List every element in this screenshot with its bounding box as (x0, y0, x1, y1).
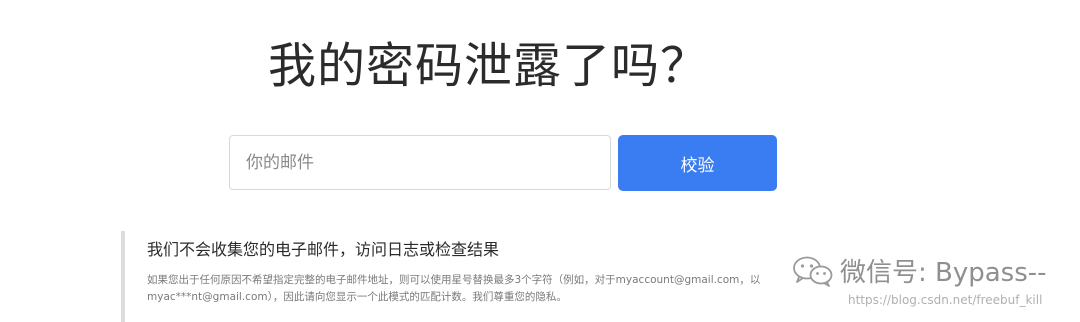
source-url: https://blog.csdn.net/freebuf_kill (848, 293, 1043, 307)
watermark: 微信号: Bypass-- (792, 252, 1047, 289)
watermark-text: 微信号: Bypass-- (840, 258, 1047, 288)
page-title: 我的密码泄露了吗？ (268, 38, 710, 94)
email-input[interactable] (229, 135, 611, 190)
notice-body: 如果您出于任何原因不希望指定完整的电子邮件地址，则可以使用星号替换最多3个字符（… (147, 274, 761, 303)
page: 我的密码泄露了吗？ 校验 我们不会收集您的电子邮件，访问日志或检查结果 如果您出… (0, 0, 1080, 322)
check-button[interactable]: 校验 (618, 135, 777, 191)
notice-heading: 我们不会收集您的电子邮件，访问日志或检查结果 (147, 240, 500, 259)
wechat-icon (793, 256, 833, 287)
